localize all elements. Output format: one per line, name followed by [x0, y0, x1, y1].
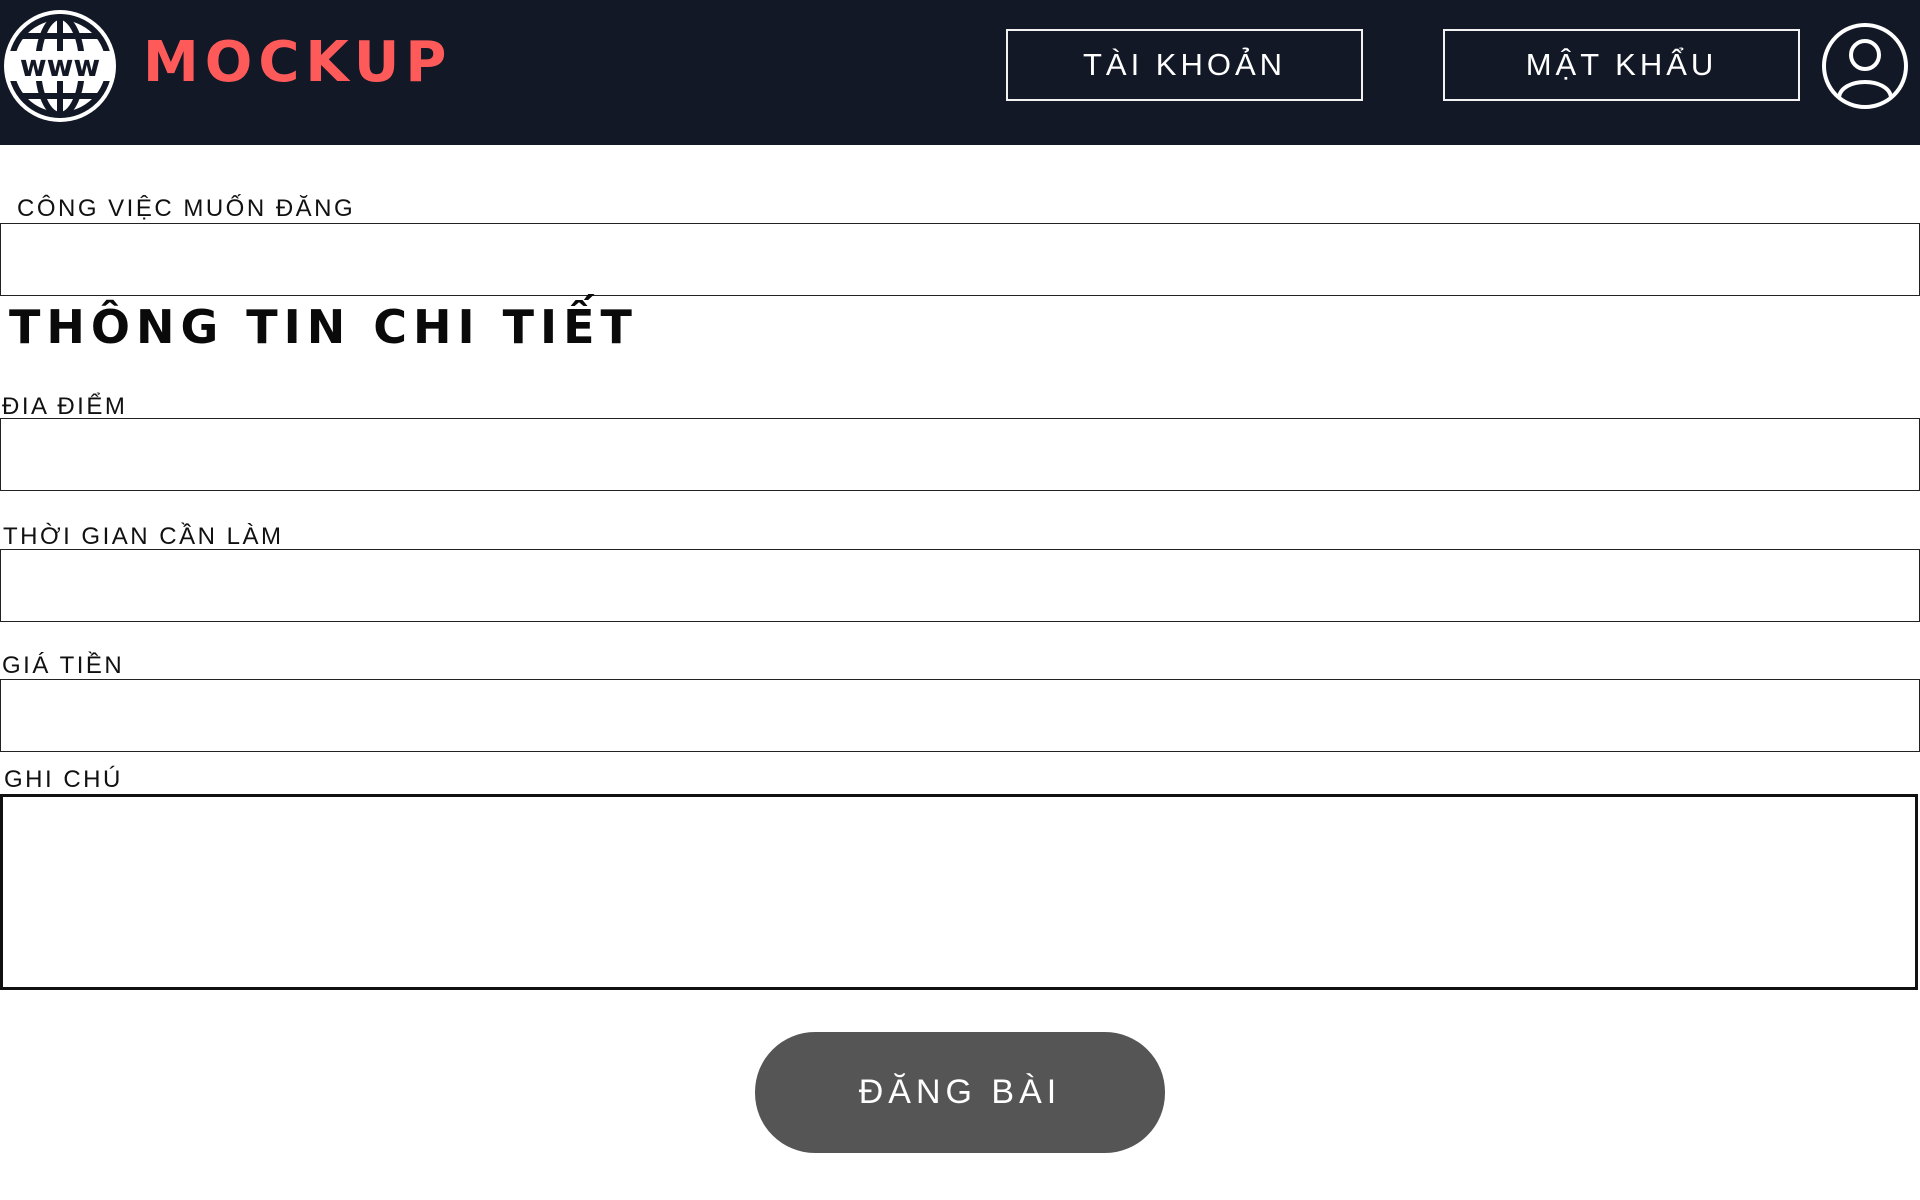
job-title-input[interactable] — [0, 223, 1920, 296]
section-title: THÔNG TIN CHI TIẾT — [9, 300, 638, 354]
account-button[interactable]: TÀI KHOẢN — [1006, 29, 1363, 101]
user-avatar-icon[interactable] — [1820, 21, 1910, 111]
location-label: ĐIA ĐIỂM — [2, 393, 128, 420]
location-input[interactable] — [0, 418, 1920, 491]
notes-textarea[interactable] — [0, 794, 1918, 990]
job-title-label: CÔNG VIỆC MUỐN ĐĂNG — [17, 195, 356, 222]
brand-name: MOCKUP — [143, 30, 453, 95]
svg-text:www: www — [20, 49, 100, 83]
time-input[interactable] — [0, 549, 1920, 622]
price-label: GIÁ TIỀN — [2, 652, 125, 679]
time-label: THỜI GIAN CẦN LÀM — [3, 523, 284, 550]
top-header: www MOCKUP TÀI KHOẢN MẬT KHẨU — [0, 0, 1920, 145]
submit-post-button[interactable]: ĐĂNG BÀI — [755, 1032, 1165, 1153]
www-globe-icon: www — [4, 10, 116, 122]
price-input[interactable] — [0, 679, 1920, 752]
password-button[interactable]: MẬT KHẨU — [1443, 29, 1800, 101]
notes-label: GHI CHÚ — [4, 766, 123, 793]
